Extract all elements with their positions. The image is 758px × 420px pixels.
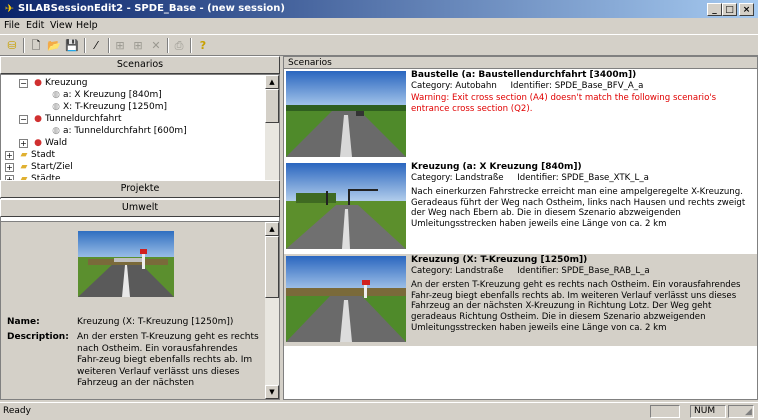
maximize-button[interactable]: □ [722, 3, 737, 16]
tree-item[interactable]: ● Kreuzung [31, 77, 88, 89]
toolbar-separator [23, 38, 25, 53]
database-icon[interactable]: ⛁ [4, 38, 20, 53]
scenario-group-icon: ● [34, 78, 42, 88]
scenarios-bar-button[interactable]: Scenarios [0, 56, 280, 74]
help-icon[interactable]: ? [195, 38, 211, 53]
toolbar-separator [167, 38, 169, 53]
scenario-title: Kreuzung (X: T-Kreuzung [1250m]) [411, 255, 588, 265]
insert-before-icon[interactable]: ⊞ [112, 38, 128, 53]
tree-item[interactable]: ● Wald [31, 137, 67, 149]
new-file-icon[interactable]: 🗋 [28, 38, 44, 53]
scenarios-header: Scenarios [284, 57, 757, 69]
toolbar: ⛁ 🗋 📂 💾 ⁄ ⊞ ⊞ ✕ ⎙ ? [0, 34, 758, 56]
menu-view[interactable]: View [50, 20, 73, 31]
num-lock-indicator: NUM [690, 405, 726, 418]
title-bar[interactable]: ✈ SILABSessionEdit2 - SPDE_Base - (new s… [0, 0, 758, 18]
tree-item-label: a: X Kreuzung [840m] [63, 90, 162, 100]
scenario-identifier: Identifier: SPDE_Base_RAB_L_a [517, 265, 650, 276]
menu-help[interactable]: Help [76, 20, 98, 31]
scenario-preview-image [78, 231, 174, 297]
scenario-icon: ◍ [52, 102, 60, 112]
close-button[interactable]: × [739, 3, 754, 16]
scenario-thumbnail [286, 163, 406, 249]
tree-item-label: a: Tunneldurchfahrt [600m] [63, 126, 187, 136]
scenario-description: Nach einerkurzen Fahrstrecke erreicht ma… [411, 187, 746, 229]
delete-icon[interactable]: ✕ [148, 38, 164, 53]
scenarios-pane: Scenarios Baustelle (a: Baustellendurchf… [283, 56, 758, 400]
tree-item-label: Tunneldurchfahrt [45, 114, 122, 124]
menu-edit[interactable]: Edit [26, 20, 44, 31]
scenario-category: Category: Autobahn [411, 80, 497, 91]
scenario-item[interactable]: Baustelle (a: Baustellendurchfahrt [3400… [284, 69, 757, 161]
scenario-group-icon: ● [34, 138, 42, 148]
tree-expander[interactable]: + [19, 139, 28, 148]
app-icon: ✈ [4, 2, 15, 15]
detail-name-value: Kreuzung (X: T-Kreuzung [1250m]) [77, 317, 234, 327]
tree-item[interactable]: ◍ X: T-Kreuzung [1250m] [49, 101, 167, 113]
scenario-icon: ◍ [52, 126, 60, 136]
tree-item-label: Stadt [31, 150, 55, 160]
resize-grip-icon[interactable]: ◢ [745, 407, 752, 417]
scenario-identifier: Identifier: SPDE_Base_XTK_L_a [517, 172, 649, 183]
detail-name-label: Name: [7, 317, 40, 327]
tree-item[interactable]: ● Tunneldurchfahrt [31, 113, 121, 125]
status-text: Ready [3, 406, 31, 416]
tree-item-label: Kreuzung [45, 78, 88, 88]
scroll-down-button[interactable]: ▼ [265, 385, 279, 399]
tree-item[interactable]: ◍ a: X Kreuzung [840m] [49, 89, 162, 101]
scenario-thumbnail [286, 71, 406, 157]
projekte-bar-button[interactable]: Projekte [0, 180, 280, 198]
save-icon[interactable]: 💾 [64, 38, 80, 53]
scenario-title: Kreuzung (a: X Kreuzung [840m]) [411, 162, 582, 172]
tree-scrollbar[interactable]: ▲ ▼ [265, 75, 279, 195]
scenario-group-icon: ● [34, 114, 42, 124]
detail-scrollbar[interactable]: ▲ ▼ [265, 222, 279, 399]
tree-item-label: X: T-Kreuzung [1250m] [63, 102, 168, 112]
toolbar-separator [84, 38, 86, 53]
left-pane: Scenarios − ● Kreuzung ◍ a: X Kreuzung [84… [0, 56, 280, 400]
open-folder-icon[interactable]: 📂 [46, 38, 62, 53]
folder-icon: ▰ [20, 150, 28, 160]
scenario-item-selected[interactable]: Kreuzung (X: T-Kreuzung [1250m]) Categor… [284, 254, 757, 346]
scroll-thumb[interactable] [265, 236, 279, 298]
tree-expander[interactable]: + [5, 151, 14, 160]
menu-bar: File Edit View Help [0, 18, 758, 34]
detail-description-label: Description: [7, 332, 69, 342]
toolbar-separator [190, 38, 192, 53]
scenario-title: Baustelle (a: Baustellendurchfahrt [3400… [411, 70, 637, 80]
scenario-category: Category: Landstraße [411, 265, 504, 276]
menu-file[interactable]: File [4, 20, 20, 31]
scroll-thumb[interactable] [265, 89, 279, 123]
print-icon[interactable]: ⎙ [171, 38, 187, 53]
folder-icon: ▰ [20, 162, 28, 172]
tree-item[interactable]: ▰ Stadt [17, 149, 55, 161]
status-bar: Ready NUM ◢ [0, 402, 758, 420]
scenario-warning: Warning: Exit cross section (A4) doesn't… [411, 93, 717, 114]
scenario-item[interactable]: Kreuzung (a: X Kreuzung [840m]) Category… [284, 161, 757, 253]
minimize-button[interactable]: _ [707, 3, 722, 16]
toolbar-separator [108, 38, 110, 53]
scenario-identifier: Identifier: SPDE_Base_BFV_A_a [510, 80, 644, 91]
scroll-up-button[interactable]: ▲ [265, 75, 279, 89]
tree-item-label: Start/Ziel [31, 162, 73, 172]
tree-item[interactable]: ▰ Start/Ziel [17, 161, 73, 173]
detail-description-value: An der ersten T-Kreuzung geht es rechts … [77, 332, 259, 388]
umwelt-bar-button[interactable]: Umwelt [0, 199, 280, 217]
scenario-category: Category: Landstraße [411, 172, 504, 183]
scenario-description: An der ersten T-Kreuzung geht es rechts … [411, 280, 741, 333]
insert-after-icon[interactable]: ⊞ [130, 38, 146, 53]
tree-expander[interactable]: + [5, 163, 14, 172]
scenario-detail-panel: Name: Kreuzung (X: T-Kreuzung [1250m]) D… [0, 221, 280, 400]
scenario-icon: ◍ [52, 90, 60, 100]
status-panel [650, 405, 680, 418]
window-title: SILABSessionEdit2 - SPDE_Base - (new ses… [18, 3, 285, 14]
tree-expander[interactable]: − [19, 79, 28, 88]
scenario-thumbnail [286, 256, 406, 342]
wand-icon[interactable]: ⁄ [88, 38, 104, 53]
scroll-up-button[interactable]: ▲ [265, 222, 279, 236]
tree-expander[interactable]: − [19, 115, 28, 124]
tree-item[interactable]: ◍ a: Tunneldurchfahrt [600m] [49, 125, 187, 137]
tree-item-label: Wald [45, 138, 68, 148]
